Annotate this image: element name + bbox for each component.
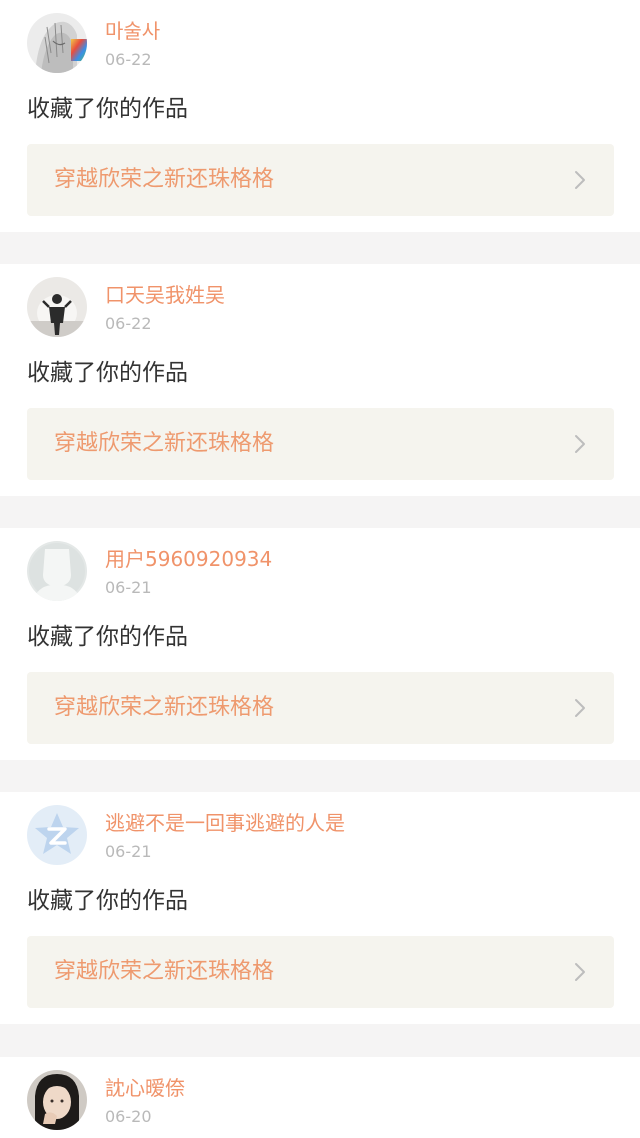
work-link-button[interactable]: 穿越欣荣之新还珠格格 — [27, 408, 614, 480]
timestamp: 06-21 — [105, 578, 152, 597]
person-silhouette-avatar-icon — [27, 277, 87, 337]
timestamp: 06-22 — [105, 314, 152, 333]
username[interactable]: 마술사 — [105, 16, 160, 46]
activity-text: 收藏了你的作品 — [27, 360, 188, 386]
default-user-avatar-icon — [27, 541, 87, 601]
work-link-button[interactable]: 穿越欣荣之新还珠格格 — [27, 672, 614, 744]
activity-text: 收藏了你的作品 — [27, 96, 188, 122]
work-title: 穿越欣荣之新还珠格格 — [54, 959, 275, 984]
activity-text: 收藏了你的作品 — [27, 888, 188, 914]
timestamp: 06-22 — [105, 50, 152, 69]
chevron-right-icon — [575, 435, 585, 453]
notification-card: 口天吴我姓吴 06-22 收藏了你的作品 穿越欣荣之新还珠格格 — [0, 264, 640, 496]
chevron-right-icon — [575, 699, 585, 717]
timestamp: 06-21 — [105, 842, 152, 861]
user-avatar[interactable] — [27, 541, 87, 601]
qzone-logo-avatar-icon — [27, 805, 87, 865]
work-title: 穿越欣荣之新还珠格格 — [54, 167, 275, 192]
username[interactable]: 逃避不是一回事逃避的人是 — [105, 808, 345, 838]
notification-card: 마술사 06-22 收藏了你的作品 穿越欣荣之新还珠格格 — [0, 0, 640, 232]
work-title: 穿越欣荣之新还珠格格 — [54, 695, 275, 720]
user-avatar[interactable] — [27, 1070, 87, 1130]
chevron-right-icon — [575, 963, 585, 981]
anime-sketch-avatar-icon — [27, 13, 87, 73]
work-link-button[interactable]: 穿越欣荣之新还珠格格 — [27, 936, 614, 1008]
username[interactable]: 訦心暧倷 — [105, 1073, 185, 1103]
username[interactable]: 口天吴我姓吴 — [105, 280, 225, 310]
user-avatar[interactable] — [27, 805, 87, 865]
user-avatar[interactable] — [27, 277, 87, 337]
work-link-button[interactable]: 穿越欣荣之新还珠格格 — [27, 144, 614, 216]
user-avatar[interactable] — [27, 13, 87, 73]
notification-card: 用户5960920934 06-21 收藏了你的作品 穿越欣荣之新还珠格格 — [0, 528, 640, 760]
work-title: 穿越欣荣之新还珠格格 — [54, 431, 275, 456]
timestamp: 06-20 — [105, 1107, 152, 1126]
chevron-right-icon — [575, 171, 585, 189]
girl-photo-avatar-icon — [27, 1070, 87, 1130]
notification-card: 逃避不是一回事逃避的人是 06-21 收藏了你的作品 穿越欣荣之新还珠格格 — [0, 792, 640, 1024]
notification-feed: 마술사 06-22 收藏了你的作品 穿越欣荣之新还珠格格 口天吴我姓吴 06-2… — [0, 0, 640, 1138]
notification-card: 訦心暧倷 06-20 — [0, 1057, 640, 1138]
activity-text: 收藏了你的作品 — [27, 624, 188, 650]
username[interactable]: 用户5960920934 — [105, 544, 272, 574]
